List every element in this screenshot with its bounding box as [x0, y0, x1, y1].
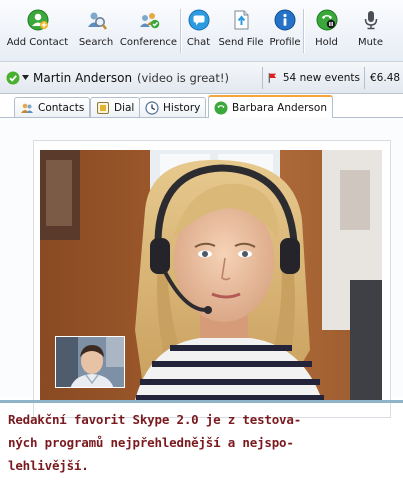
new-events-text: 54 new events: [282, 72, 360, 84]
search-icon: [88, 12, 107, 30]
contacts-icon: [21, 103, 33, 113]
chevron-down-icon: [22, 75, 29, 80]
caption-line: lehlivější.: [8, 458, 89, 473]
search-button[interactable]: Search: [75, 0, 117, 62]
tab-contacts[interactable]: Contacts: [14, 97, 91, 117]
tab-dial[interactable]: Dial: [90, 97, 141, 117]
tab-barbara-anderson[interactable]: Barbara Anderson: [208, 95, 333, 118]
status-bar: Martin Anderson (video is great!) 54 new…: [0, 62, 403, 94]
chat-label: Chat: [186, 37, 211, 48]
local-video-preview[interactable]: [55, 336, 125, 388]
online-status-icon: [6, 71, 20, 85]
flag-icon: [268, 73, 277, 83]
caption-line: Redakční favorit Skype 2.0 je z testova-: [8, 412, 302, 427]
caption-line: ných programů nejpřehlednější a nejspo-: [8, 435, 294, 450]
status-separator: [262, 67, 263, 89]
mute-button[interactable]: Mute: [348, 0, 393, 62]
chat-icon: [188, 9, 209, 31]
status-separator: [364, 67, 365, 89]
history-icon: [145, 100, 159, 115]
tab-barbara-anderson-label: Barbara Anderson: [232, 101, 327, 114]
send-file-label: Send File: [218, 37, 264, 48]
tab-bar: Contacts Dial History Barbara Anderson: [0, 94, 403, 118]
call-icon: [214, 101, 228, 114]
conference-button[interactable]: Conference: [117, 0, 180, 62]
hold-icon: [316, 9, 337, 31]
mute-icon: [364, 11, 377, 30]
mood-message[interactable]: (video is great!): [137, 71, 229, 85]
mute-label: Mute: [357, 37, 384, 48]
profile-button[interactable]: Profile: [267, 0, 303, 62]
tab-dial-label: Dial: [114, 101, 135, 114]
tab-history[interactable]: History: [139, 97, 207, 117]
send-file-icon: [234, 10, 249, 30]
dial-pad-icon: [97, 101, 109, 114]
profile-icon: [274, 9, 296, 31]
conference-label: Conference: [119, 37, 178, 48]
new-events-indicator[interactable]: 54 new events: [268, 67, 360, 89]
tab-contacts-label: Contacts: [38, 101, 85, 114]
search-label: Search: [78, 37, 114, 48]
add-contact-icon: [27, 9, 48, 31]
send-file-button[interactable]: Send File: [215, 0, 267, 62]
tab-history-label: History: [163, 101, 201, 114]
hold-button[interactable]: Hold: [305, 0, 348, 62]
user-name: Martin Anderson: [33, 71, 133, 85]
image-caption: Redakční favorit Skype 2.0 je z testova-…: [8, 408, 396, 477]
hold-label: Hold: [315, 37, 338, 48]
credit-amount: €6.48: [370, 72, 401, 84]
add-contact-label: Add Contact: [6, 37, 69, 48]
online-status-selector[interactable]: Martin Anderson (video is great!): [6, 67, 259, 89]
main-toolbar: Add Contact Search Conference Chat Send …: [0, 0, 403, 62]
caption-divider: [0, 400, 403, 403]
profile-label: Profile: [269, 37, 301, 48]
conference-icon: [139, 13, 159, 29]
add-contact-button[interactable]: Add Contact: [0, 0, 75, 62]
skype-credit[interactable]: €6.48: [370, 67, 403, 89]
chat-button[interactable]: Chat: [182, 0, 215, 62]
local-video-picture: [56, 337, 124, 387]
